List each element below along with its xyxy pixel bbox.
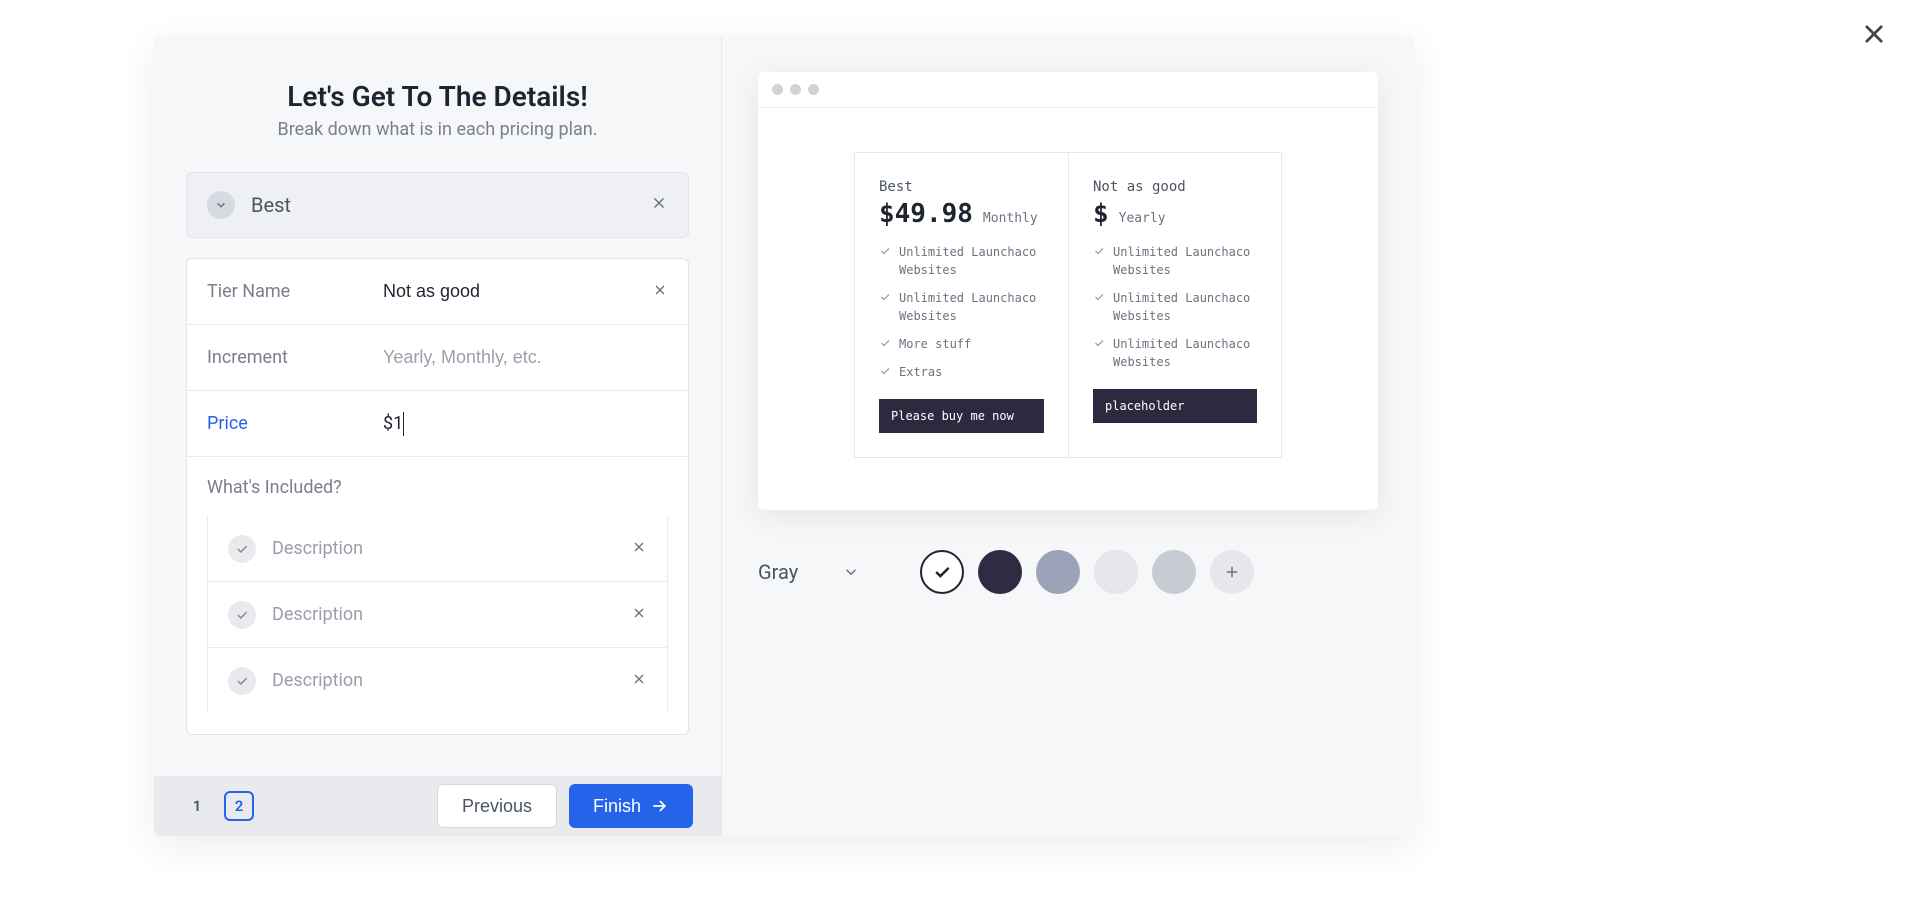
check-icon <box>228 535 256 563</box>
remove-feature-icon[interactable] <box>631 671 647 691</box>
collapsed-tier-name: Best <box>251 193 291 217</box>
step-2[interactable]: 2 <box>224 791 254 821</box>
card-cta[interactable]: Please buy me now <box>879 399 1044 433</box>
chevron-down-icon <box>207 191 235 219</box>
increment-input[interactable] <box>383 347 668 368</box>
swatch[interactable] <box>978 550 1022 594</box>
card-feature: Unlimited Launchaco Websites <box>879 289 1044 325</box>
check-icon <box>228 601 256 629</box>
card-interval: Monthly <box>983 211 1038 226</box>
card-name: Best <box>879 179 1044 195</box>
modal: Let's Get To The Details! Break down wha… <box>154 36 1414 836</box>
finish-label: Finish <box>593 796 641 817</box>
included-title: What's Included? <box>207 477 668 498</box>
swatch[interactable] <box>1152 550 1196 594</box>
preview-window: Best $49.98 Monthly Unlimited Launchaco W… <box>758 72 1378 510</box>
card-interval: Yearly <box>1119 211 1166 226</box>
swatch-list <box>920 550 1254 594</box>
card-feature: Unlimited Launchaco Websites <box>1093 243 1257 279</box>
clear-icon[interactable] <box>652 282 668 302</box>
remove-feature-icon[interactable] <box>631 605 647 625</box>
card-feature: More stuff <box>879 335 1044 353</box>
check-icon <box>932 562 952 582</box>
feature-row[interactable]: Description <box>207 582 668 648</box>
tier-name-label: Tier Name <box>207 281 383 302</box>
swatch[interactable] <box>1094 550 1138 594</box>
card-feature: Extras <box>879 363 1044 381</box>
price-label: Price <box>207 413 383 434</box>
price-input[interactable]: $1 <box>383 413 403 434</box>
form-pane: Let's Get To The Details! Break down wha… <box>154 36 722 836</box>
swatch-selected[interactable] <box>920 550 964 594</box>
finish-button[interactable]: Finish <box>569 784 693 828</box>
arrow-right-icon <box>649 796 669 816</box>
increment-row: Increment <box>187 325 688 391</box>
card-cta[interactable]: placeholder <box>1093 389 1257 423</box>
tier-name-row: Tier Name <box>187 259 688 325</box>
step-1[interactable]: 1 <box>182 791 212 821</box>
card-feature: Unlimited Launchaco Websites <box>1093 289 1257 325</box>
previous-button[interactable]: Previous <box>437 784 557 828</box>
add-swatch[interactable] <box>1210 550 1254 594</box>
wizard-footer: 1 2 Previous Finish <box>154 776 721 836</box>
card-feature: Unlimited Launchaco Websites <box>879 243 1044 279</box>
preview-body: Best $49.98 Monthly Unlimited Launchaco W… <box>758 108 1378 510</box>
card-feature: Unlimited Launchaco Websites <box>1093 335 1257 371</box>
tier-name-input[interactable] <box>383 281 644 302</box>
active-tier-card: Tier Name Increment Price $1 <box>186 258 689 735</box>
palette-dropdown[interactable]: Gray <box>758 560 860 584</box>
swatch[interactable] <box>1036 550 1080 594</box>
increment-label: Increment <box>207 347 383 368</box>
page-title: Let's Get To The Details! <box>186 80 689 113</box>
card-price: $ <box>1093 199 1109 229</box>
color-palette-row: Gray <box>722 510 1414 634</box>
pricing-card-best: Best $49.98 Monthly Unlimited Launchaco W… <box>854 152 1068 458</box>
text-cursor <box>403 412 404 436</box>
window-controls <box>758 72 1378 108</box>
included-section: What's Included? Description Description… <box>187 457 688 734</box>
card-price: $49.98 <box>879 199 973 229</box>
feature-placeholder: Description <box>272 670 607 691</box>
remove-tier-icon[interactable] <box>650 194 668 216</box>
feature-row[interactable]: Description <box>207 516 668 582</box>
feature-placeholder: Description <box>272 604 607 625</box>
chevron-down-icon <box>842 563 860 581</box>
card-name: Not as good <box>1093 179 1257 195</box>
feature-row[interactable]: Description <box>207 648 668 714</box>
remove-feature-icon[interactable] <box>631 539 647 559</box>
preview-pane: Best $49.98 Monthly Unlimited Launchaco W… <box>722 36 1414 836</box>
collapsed-tier-best[interactable]: Best <box>186 172 689 238</box>
check-icon <box>228 667 256 695</box>
feature-placeholder: Description <box>272 538 607 559</box>
pricing-card-not-as-good: Not as good $ Yearly Unlimited Launchaco … <box>1068 152 1282 458</box>
close-modal-button[interactable] <box>1858 18 1890 54</box>
plus-icon <box>1223 563 1241 581</box>
palette-label: Gray <box>758 560 798 584</box>
price-row: Price $1 <box>187 391 688 457</box>
page-subtitle: Break down what is in each pricing plan. <box>186 119 689 140</box>
